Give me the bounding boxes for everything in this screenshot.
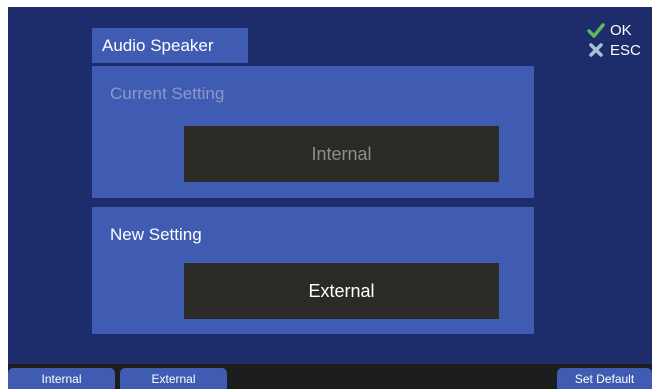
current-setting-panel: Current Setting Internal [92,66,534,198]
softkey-set-default[interactable]: Set Default [557,368,652,389]
new-setting-label: New Setting [110,225,202,244]
check-icon [587,21,605,39]
new-setting-panel: New Setting External [92,207,534,334]
softkey-bar: Internal External Set Default [8,364,652,389]
x-icon [587,41,605,59]
esc-button[interactable]: ESC [587,40,641,60]
ok-label: OK [610,21,632,39]
esc-label: ESC [610,41,641,59]
screen: Audio Speaker Current Setting Internal N… [8,7,652,364]
page-title-text: Audio Speaker [102,35,214,55]
softkey-external[interactable]: External [120,368,227,389]
current-setting-label: Current Setting [110,84,225,103]
new-setting-value[interactable]: External [184,263,499,319]
ok-button[interactable]: OK [587,20,641,40]
softkey-internal[interactable]: Internal [8,368,115,389]
side-actions: OK ESC [587,20,641,60]
current-setting-value: Internal [184,126,499,182]
page-title: Audio Speaker [92,28,248,63]
